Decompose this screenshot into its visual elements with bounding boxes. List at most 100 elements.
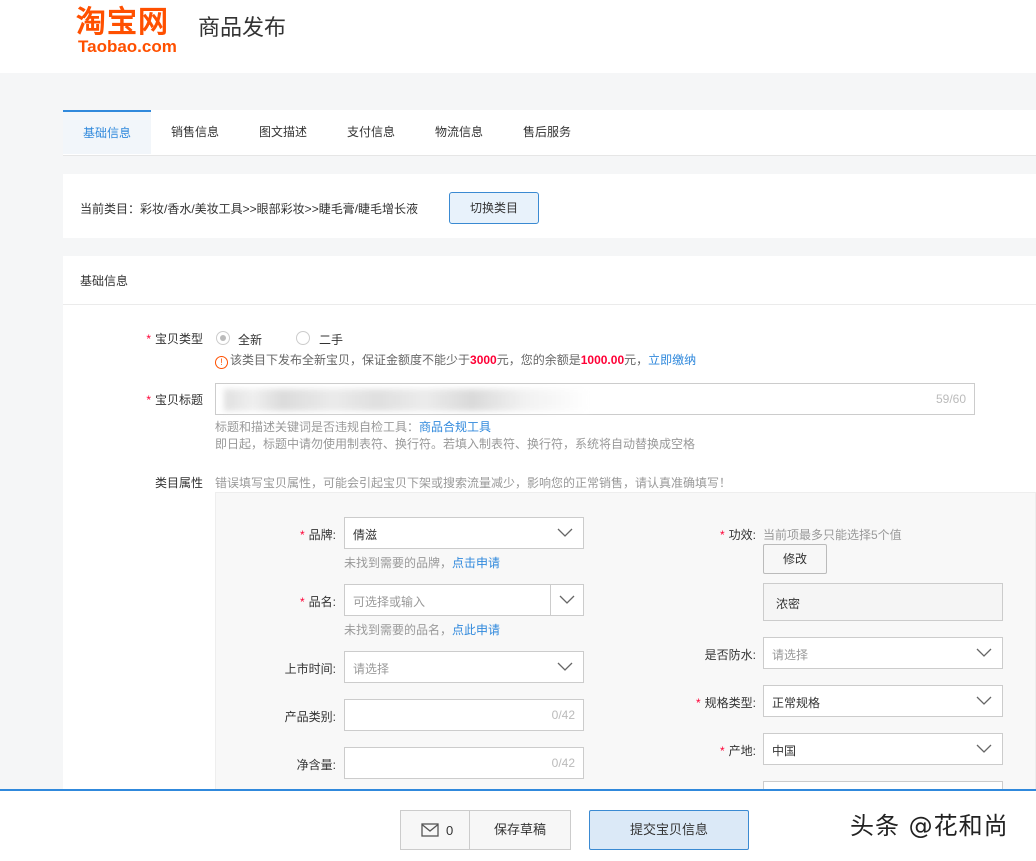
required-mark: * bbox=[146, 332, 151, 346]
dropdown-toggle[interactable] bbox=[550, 585, 583, 615]
notice-text-2: 元，您的余额是 bbox=[496, 353, 581, 367]
product-name-combobox[interactable]: 可选择或输入 bbox=[344, 584, 584, 616]
net-content-label: 净含量: bbox=[296, 758, 336, 772]
tab-bar: 基础信息 销售信息 图文描述 支付信息 物流信息 售后服务 bbox=[63, 110, 1036, 156]
item-title-label-text: 宝贝标题 bbox=[154, 393, 203, 407]
item-title-label: * 宝贝标题 bbox=[143, 391, 203, 408]
item-type-label-text: 宝贝类型 bbox=[154, 332, 203, 346]
title-hint-2: 即日起，标题中请勿使用制表符、换行符。若填入制表符、换行符，系统将自动替换成空格 bbox=[215, 437, 696, 451]
item-type-label: * 宝贝类型 bbox=[143, 330, 203, 347]
origin-label: * 产地: bbox=[676, 742, 756, 759]
required-mark: * bbox=[719, 528, 725, 542]
brand-value: 倩滋 bbox=[353, 528, 378, 542]
origin-value: 中国 bbox=[772, 744, 797, 758]
messages-button[interactable]: 0 bbox=[401, 811, 470, 849]
launch-time-placeholder: 请选择 bbox=[353, 662, 390, 676]
radio-used-label[interactable]: 二手 bbox=[319, 331, 343, 348]
apply-brand-link[interactable]: 点击申请 bbox=[452, 556, 500, 570]
waterproof-select[interactable]: 请选择 bbox=[763, 637, 1003, 669]
net-content-counter: 0/42 bbox=[551, 756, 575, 770]
tab-after-sales[interactable]: 售后服务 bbox=[503, 110, 591, 154]
spec-type-label: * 规格类型: bbox=[676, 694, 756, 711]
brand-hint-text: 未找到需要的品牌， bbox=[344, 556, 453, 570]
apply-product-name-link[interactable]: 点此申请 bbox=[452, 623, 500, 637]
chevron-down-icon bbox=[976, 696, 992, 705]
brand-select[interactable]: 倩滋 bbox=[344, 517, 584, 549]
page-title: 商品发布 bbox=[198, 15, 287, 40]
required-mark: * bbox=[695, 696, 701, 710]
product-type-label: 产品类别: bbox=[284, 710, 336, 724]
blurred-title-text bbox=[224, 389, 589, 411]
chevron-down-icon bbox=[557, 528, 573, 537]
brand-label: * 品牌: bbox=[276, 526, 336, 543]
modify-effect-button[interactable]: 修改 bbox=[763, 544, 827, 574]
required-mark: * bbox=[299, 528, 305, 542]
page-header: 淘宝网 Taobao.com 商品发布 bbox=[0, 0, 1036, 73]
spec-type-select[interactable]: 正常规格 bbox=[763, 685, 1003, 717]
required-mark: * bbox=[299, 595, 305, 609]
tab-payment-info[interactable]: 支付信息 bbox=[327, 110, 415, 154]
attributes-box: * 品牌: 倩滋 未找到需要的品牌，点击申请 * 品名: 可选择或输入 未找到需要的… bbox=[215, 492, 1036, 793]
attrs-warning: 错误填写宝贝属性，可能会引起宝贝下架或搜索流量减少，影响您的正常销售，请认真准确… bbox=[215, 476, 732, 490]
origin-select[interactable]: 中国 bbox=[763, 733, 1003, 765]
footer-button-group: 0 保存草稿 bbox=[400, 810, 571, 850]
logo-chinese: 淘宝网 bbox=[76, 5, 169, 40]
submit-item-button[interactable]: 提交宝贝信息 bbox=[589, 810, 749, 850]
product-name-label-text: 品名: bbox=[308, 595, 336, 609]
brand-label-text: 品牌: bbox=[308, 528, 336, 542]
compliance-tool-link[interactable]: 商品合规工具 bbox=[419, 420, 491, 434]
radio-new[interactable] bbox=[216, 331, 230, 345]
notice-text-3: 元， bbox=[624, 353, 649, 367]
product-name-placeholder: 可选择或输入 bbox=[353, 595, 426, 609]
chevron-down-icon bbox=[976, 744, 992, 753]
required-mark: * bbox=[719, 744, 725, 758]
deposit-amount: 3000 bbox=[470, 353, 497, 367]
title-hint-1-text: 标题和描述关键词是否违规自检工具： bbox=[215, 420, 420, 434]
effect-label: * 功效: bbox=[686, 526, 756, 543]
tab-description[interactable]: 图文描述 bbox=[239, 110, 327, 154]
notice-text-1: 该类目下发布全新宝贝，保证金额度不能少于 bbox=[230, 353, 471, 367]
effect-label-text: 功效: bbox=[728, 528, 756, 542]
tab-sales-info[interactable]: 销售信息 bbox=[151, 110, 239, 154]
category-attrs-label: 类目属性 bbox=[154, 476, 203, 490]
switch-category-button[interactable]: 切换类目 bbox=[449, 192, 539, 224]
spec-type-value: 正常规格 bbox=[772, 696, 821, 710]
section-header: 基础信息 bbox=[63, 256, 1036, 305]
current-category: 当前类目：彩妆/香水/美妆工具>>眼部彩妆>>睫毛膏/睫毛增长液 bbox=[80, 202, 419, 216]
spec-type-label-text: 规格类型: bbox=[704, 696, 756, 710]
effect-hint: 当前项最多只能选择5个值 bbox=[763, 528, 902, 542]
chevron-down-icon bbox=[559, 595, 575, 604]
product-type-counter: 0/42 bbox=[551, 708, 575, 722]
product-name-hint: 未找到需要的品名，点此申请 bbox=[344, 621, 500, 638]
chevron-down-icon bbox=[557, 662, 573, 671]
launch-time-label: 上市时间: bbox=[284, 662, 336, 676]
section-title: 基础信息 bbox=[80, 274, 129, 288]
launch-time-select[interactable]: 请选择 bbox=[344, 651, 584, 683]
waterproof-placeholder: 请选择 bbox=[772, 648, 809, 662]
item-title-input[interactable]: 59/60 bbox=[215, 383, 975, 415]
save-draft-button[interactable]: 保存草稿 bbox=[470, 811, 570, 849]
pay-now-link[interactable]: 立即缴纳 bbox=[648, 353, 696, 367]
title-hint-1: 标题和描述关键词是否违规自检工具：商品合规工具 bbox=[215, 418, 491, 435]
brand-hint: 未找到需要的品牌，点击申请 bbox=[344, 554, 500, 571]
mail-icon bbox=[421, 823, 439, 837]
tab-basic-info[interactable]: 基础信息 bbox=[63, 110, 151, 154]
balance-amount: 1000.00 bbox=[580, 353, 625, 367]
effect-value: 浓密 bbox=[776, 597, 801, 611]
tab-logistics-info[interactable]: 物流信息 bbox=[415, 110, 503, 154]
effect-values-box: 浓密 bbox=[763, 583, 1003, 621]
info-icon: ! bbox=[215, 356, 228, 369]
chevron-down-icon bbox=[976, 648, 992, 657]
watermark: 头条 @花和尚 bbox=[850, 812, 1009, 840]
taobao-logo[interactable]: 淘宝网 Taobao.com bbox=[76, 6, 188, 58]
product-type-input[interactable]: 0/42 bbox=[344, 699, 584, 731]
deposit-notice: ! 该类目下发布全新宝贝，保证金额度不能少于3000元，您的余额是1000.00元… bbox=[215, 351, 696, 369]
radio-used[interactable] bbox=[296, 331, 310, 345]
net-content-input[interactable]: 0/42 bbox=[344, 747, 584, 779]
radio-new-label[interactable]: 全新 bbox=[238, 331, 262, 348]
title-char-counter: 59/60 bbox=[935, 392, 966, 406]
basic-info-panel: 基础信息 * 宝贝类型 全新 二手 ! 该类目下发布全新宝贝，保证金额度不能少于30… bbox=[63, 256, 1036, 796]
waterproof-label: 是否防水: bbox=[704, 648, 756, 662]
product-name-hint-text: 未找到需要的品名， bbox=[344, 623, 453, 637]
message-count: 0 bbox=[446, 823, 454, 838]
